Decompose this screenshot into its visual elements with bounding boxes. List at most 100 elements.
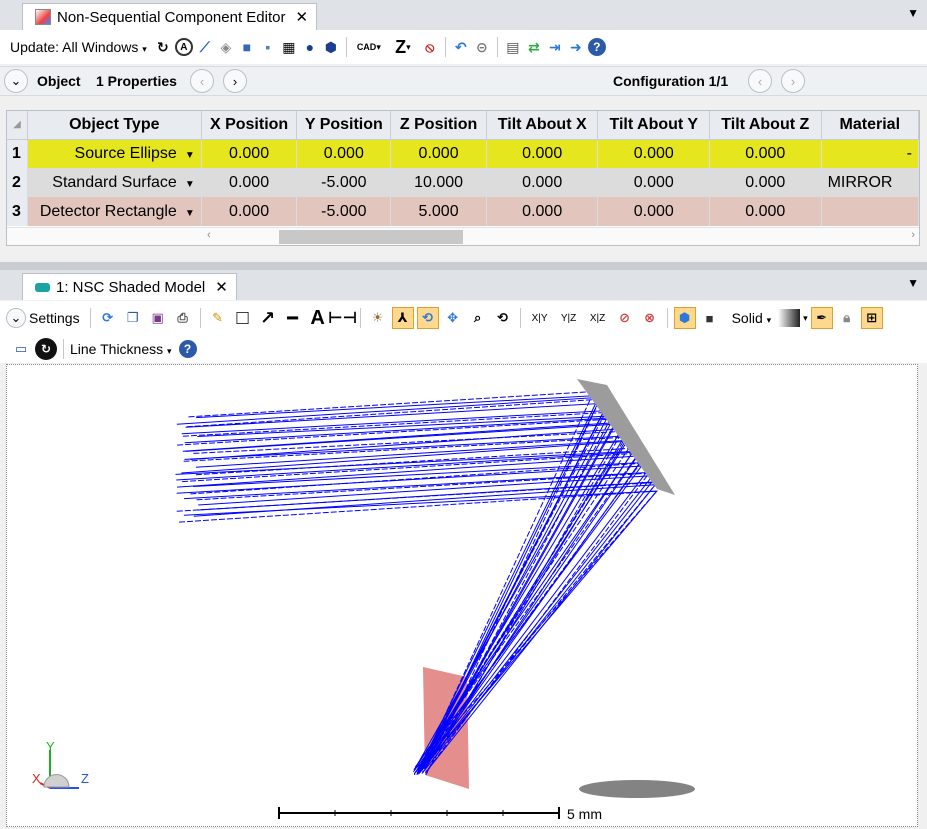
settings-label[interactable]: Settings	[29, 310, 84, 326]
scroll-left-icon[interactable]: ‹	[207, 229, 211, 241]
next-config-button[interactable]: ›	[781, 69, 805, 93]
tab-menu-icon[interactable]: ▼	[907, 6, 919, 20]
column-header[interactable]: Y Position	[296, 111, 392, 140]
horizontal-scrollbar[interactable]: ‹ ›	[7, 227, 919, 245]
object-type-cell[interactable]: Standard Surface ▼	[27, 168, 202, 197]
refresh-icon[interactable]: ⟳	[97, 307, 119, 329]
table-row[interactable]: 1 Source Ellipse ▼ 0.000 0.000 0.000 0.00…	[7, 139, 920, 168]
close-icon[interactable]: ✕	[295, 8, 308, 26]
object-type-cell[interactable]: Detector Rectangle ▼	[27, 197, 202, 226]
lock-icon[interactable]: 🔒︎	[836, 307, 858, 329]
x-position-cell[interactable]: 0.000	[201, 168, 298, 197]
axes-icon[interactable]: ⅄	[391, 307, 414, 329]
prev-config-button[interactable]: ‹	[748, 69, 772, 93]
arrow-icon[interactable]: ↗	[257, 307, 279, 329]
editor-tab[interactable]: Non-Sequential Component Editor ✕	[22, 3, 318, 30]
x-position-cell[interactable]: 0.000	[201, 197, 298, 226]
tilt-z-cell[interactable]: 0.000	[709, 197, 822, 226]
tab-menu-icon[interactable]: ▼	[907, 276, 919, 290]
viewer-tab[interactable]: 1: NSC Shaded Model ✕	[22, 273, 237, 300]
help-icon[interactable]: ?	[178, 340, 197, 358]
gradient-caret-icon[interactable]: ▾	[803, 313, 808, 324]
scrollbar-thumb[interactable]	[279, 230, 463, 244]
grid-icon[interactable]: ▦	[280, 38, 298, 56]
tilt-y-cell[interactable]: 0.000	[597, 168, 711, 197]
rectangle-icon[interactable]: □	[232, 307, 254, 329]
rotate-icon[interactable]: ⟲	[416, 307, 439, 329]
row-number[interactable]: 3	[7, 197, 28, 226]
tilt-x-cell[interactable]: 0.000	[486, 139, 599, 168]
corner-cell[interactable]: ◢	[7, 111, 28, 140]
arrow-right-icon[interactable]: ➜	[567, 38, 585, 56]
ray-trace-icon[interactable]: ◈	[217, 38, 235, 56]
print-icon[interactable]: ⎙	[172, 307, 194, 329]
column-header[interactable]: X Position	[201, 111, 298, 140]
prev-object-button[interactable]: ‹	[190, 69, 214, 93]
refresh-icon[interactable]: ↻	[154, 38, 172, 56]
no-rotate-icon[interactable]: ⊘	[614, 307, 636, 329]
help-icon[interactable]: ?	[587, 38, 606, 56]
view-xy-button[interactable]: X|Y	[527, 307, 553, 329]
view-xz-button[interactable]: X|Z	[585, 307, 611, 329]
row-number[interactable]: 2	[7, 168, 28, 197]
z-dropdown[interactable]: Z ▾	[388, 37, 418, 57]
dropdown-caret-icon[interactable]: ▼	[185, 208, 195, 219]
no-entry-icon[interactable]: ⦸	[421, 38, 439, 56]
lighting-icon[interactable]: ☀	[367, 307, 389, 329]
solid-box-icon[interactable]: ■	[699, 307, 721, 329]
column-header[interactable]: Tilt About Z	[709, 111, 822, 140]
auto-update-icon[interactable]: A	[174, 38, 193, 56]
copy-icon[interactable]: ❐	[122, 307, 144, 329]
model-canvas[interactable]: Y Z X 5 mm	[7, 365, 917, 826]
tilt-z-cell[interactable]: 0.000	[709, 139, 822, 168]
material-cell[interactable]: -	[821, 139, 920, 168]
material-cell[interactable]	[821, 197, 920, 226]
swap-icon[interactable]: ⇄	[525, 38, 543, 56]
text-icon[interactable]: A	[307, 307, 329, 329]
object-type-cell[interactable]: Source Ellipse ▼	[27, 139, 202, 168]
gradient-icon[interactable]	[778, 309, 801, 327]
close-icon[interactable]: ✕	[215, 278, 228, 296]
expand-button[interactable]: ⌄	[4, 69, 28, 93]
y-position-cell[interactable]: -5.000	[296, 197, 392, 226]
update-dropdown[interactable]: Update: All Windows ▾	[10, 39, 151, 55]
color-picker-icon[interactable]: ✒	[810, 307, 833, 329]
camera-icon[interactable]: ↻	[35, 338, 57, 360]
collapse-icon[interactable]: ⇥	[546, 38, 564, 56]
tilt-x-cell[interactable]: 0.000	[486, 168, 599, 197]
cad-dropdown[interactable]: CAD ▾	[353, 38, 385, 56]
window-icon[interactable]: ▭	[10, 338, 32, 360]
column-header[interactable]: Tilt About X	[486, 111, 599, 140]
column-header[interactable]: Object Type	[27, 111, 202, 140]
table-row[interactable]: 3 Detector Rectangle ▼ 0.000 -5.000 5.000…	[7, 197, 920, 226]
pencil-icon[interactable]: ✎	[207, 307, 229, 329]
cubes-icon[interactable]: ▪	[259, 38, 277, 56]
hexagon-icon[interactable]: ⬢	[322, 38, 340, 56]
tilt-z-cell[interactable]: 0.000	[709, 168, 822, 197]
dots-icon[interactable]: ●	[301, 38, 319, 56]
save-icon[interactable]: ▣	[147, 307, 169, 329]
next-object-button[interactable]: ›	[223, 69, 247, 93]
no-zoom-icon[interactable]: ⊗	[639, 307, 661, 329]
column-header[interactable]: Tilt About Y	[597, 111, 711, 140]
tilt-y-cell[interactable]: 0.000	[597, 197, 711, 226]
analysis-icon[interactable]: ⟋	[196, 38, 214, 56]
row-number[interactable]: 1	[7, 139, 28, 168]
zoom-icon[interactable]: ⌕	[467, 307, 489, 329]
shaded-cube-icon[interactable]: ⬢	[673, 307, 696, 329]
document-icon[interactable]: ▤	[504, 38, 522, 56]
layout-icon[interactable]: ⊞	[860, 307, 883, 329]
properties-label[interactable]: 1 Properties	[96, 73, 177, 89]
dropdown-caret-icon[interactable]: ▼	[185, 179, 195, 190]
undo-icon[interactable]: ↶	[452, 38, 470, 56]
line-icon[interactable]: ━	[282, 307, 304, 329]
pane-splitter[interactable]	[0, 262, 927, 270]
y-position-cell[interactable]: 0.000	[296, 139, 392, 168]
tilt-x-cell[interactable]: 0.000	[486, 197, 599, 226]
cube-icon[interactable]: ■	[238, 38, 256, 56]
table-row[interactable]: 2 Standard Surface ▼ 0.000 -5.000 10.000 …	[7, 168, 920, 197]
render-mode-dropdown[interactable]: Solid ▾	[732, 310, 776, 326]
material-cell[interactable]: MIRROR	[821, 168, 920, 197]
pan-icon[interactable]: ✥	[442, 307, 464, 329]
shaded-model-viewport[interactable]: Y Z X 5 mm	[6, 364, 918, 827]
